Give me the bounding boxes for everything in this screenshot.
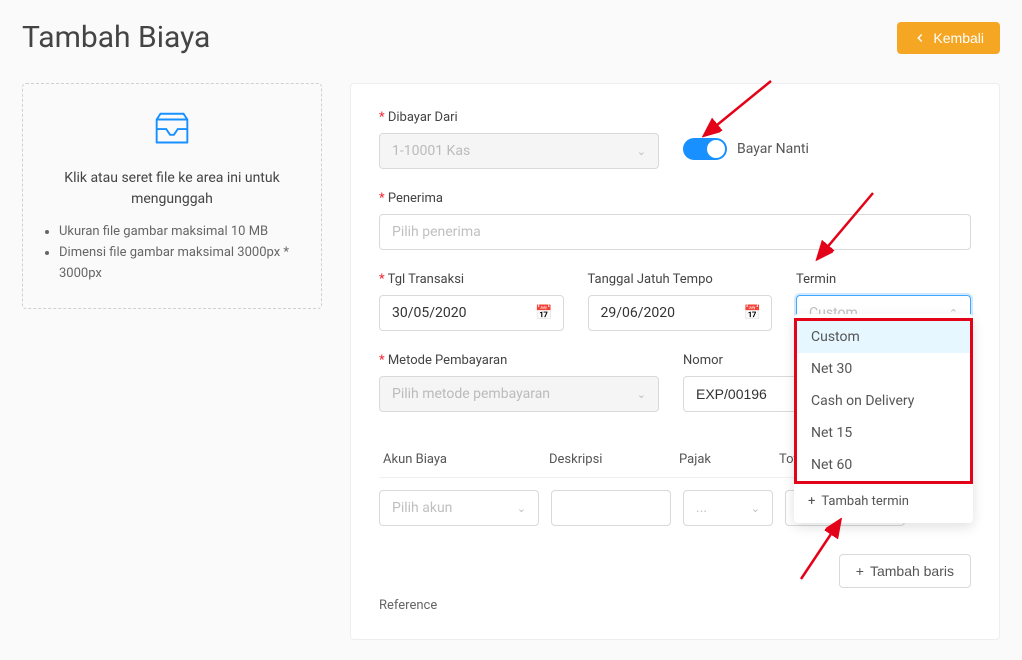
metode-placeholder: Pilih metode pembayaran xyxy=(392,386,550,402)
dibayar-dari-value: 1-10001 Kas xyxy=(392,143,470,159)
upload-hint-1: Ukuran file gambar maksimal 10 MB xyxy=(59,222,303,243)
inbox-icon xyxy=(41,108,303,154)
calendar-icon: 📅 xyxy=(744,305,761,321)
upload-hint-2: Dimensi file gambar maksimal 3000px * 30… xyxy=(59,243,303,285)
penerima-select[interactable]: Pilih penerima xyxy=(379,214,971,250)
upload-area[interactable]: Klik atau seret file ke area ini untuk m… xyxy=(22,83,322,309)
termin-option-net15[interactable]: Net 15 xyxy=(797,417,970,449)
chevron-down-icon: ⌄ xyxy=(637,145,646,158)
termin-label: Termin xyxy=(796,272,971,287)
add-termin-button[interactable]: + Tambah termin xyxy=(794,484,973,519)
tgl-transaksi-label: Tgl Transaksi xyxy=(379,272,564,287)
tgl-jatuh-tempo-label: Tanggal Jatuh Tempo xyxy=(588,272,773,287)
bayar-nanti-label: Bayar Nanti xyxy=(737,141,809,157)
termin-option-net60[interactable]: Net 60 xyxy=(797,449,970,481)
bayar-nanti-toggle[interactable] xyxy=(683,138,727,160)
deskripsi-input[interactable] xyxy=(551,490,671,526)
chevron-down-icon: ⌄ xyxy=(517,502,526,515)
penerima-label: Penerima xyxy=(379,191,971,206)
add-row-label: Tambah baris xyxy=(870,563,954,579)
add-row-button[interactable]: + Tambah baris xyxy=(839,554,971,588)
plus-icon: + xyxy=(856,563,864,579)
metode-select: Pilih metode pembayaran ⌄ xyxy=(379,376,659,412)
plus-icon: + xyxy=(808,494,815,509)
tgl-transaksi-input[interactable]: 30/05/2020 📅 xyxy=(379,295,564,331)
upload-text: Klik atau seret file ke area ini untuk m… xyxy=(41,168,303,210)
metode-label: Metode Pembayaran xyxy=(379,353,659,368)
col-akun-biaya: Akun Biaya xyxy=(379,452,549,467)
termin-dropdown: Custom Net 30 Cash on Delivery Net 15 Ne… xyxy=(794,314,973,523)
termin-option-net30[interactable]: Net 30 xyxy=(797,353,970,385)
add-termin-label: Tambah termin xyxy=(821,494,909,509)
dibayar-dari-select: 1-10001 Kas ⌄ xyxy=(379,133,659,169)
pajak-placeholder: ... xyxy=(696,500,707,516)
pajak-select[interactable]: ... ⌄ xyxy=(683,490,773,526)
dibayar-dari-label: Dibayar Dari xyxy=(379,110,659,125)
chevron-down-icon: ⌄ xyxy=(637,388,646,401)
tgl-jatuh-tempo-input[interactable]: 29/06/2020 📅 xyxy=(588,295,773,331)
arrow-left-icon xyxy=(913,31,927,45)
tgl-transaksi-value: 30/05/2020 xyxy=(392,305,467,321)
col-deskripsi: Deskripsi xyxy=(549,452,679,467)
expense-form: Dibayar Dari 1-10001 Kas ⌄ Bayar Nanti P… xyxy=(350,83,1000,640)
termin-option-custom[interactable]: Custom xyxy=(797,321,970,353)
termin-option-cod[interactable]: Cash on Delivery xyxy=(797,385,970,417)
chevron-down-icon: ⌄ xyxy=(751,502,760,515)
akun-placeholder: Pilih akun xyxy=(392,500,452,516)
back-button-label: Kembali xyxy=(933,30,984,46)
akun-select[interactable]: Pilih akun ⌄ xyxy=(379,490,539,526)
page-title: Tambah Biaya xyxy=(22,20,210,55)
reference-label: Reference xyxy=(379,598,971,613)
calendar-icon: 📅 xyxy=(535,305,552,321)
back-button[interactable]: Kembali xyxy=(897,22,1000,54)
penerima-placeholder: Pilih penerima xyxy=(392,224,481,240)
col-pajak: Pajak xyxy=(679,452,779,467)
toggle-knob xyxy=(707,140,725,158)
tgl-jatuh-tempo-value: 29/06/2020 xyxy=(601,305,676,321)
